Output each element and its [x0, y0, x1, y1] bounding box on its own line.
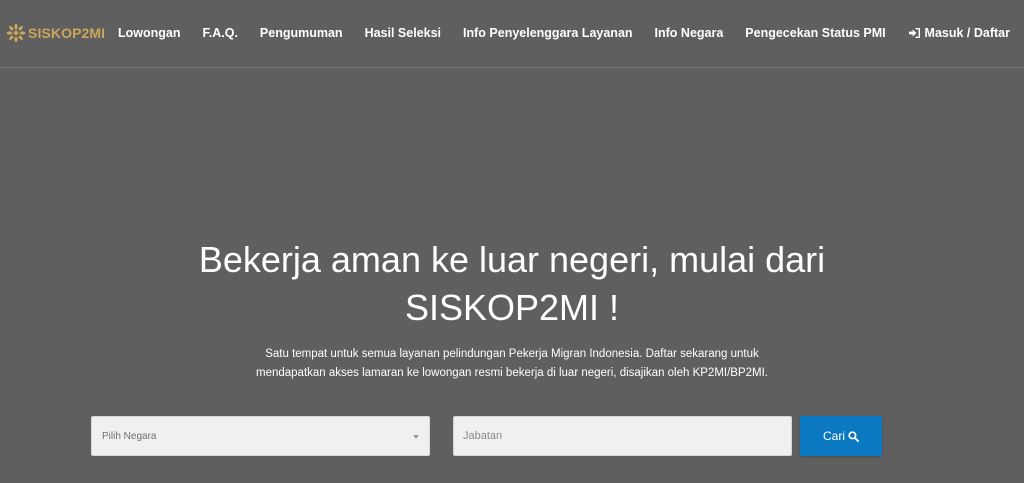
hero-description-line-2: mendapatkan akses lamaran ke lowongan re…: [255, 367, 769, 379]
nav-item-faq[interactable]: F.A.Q.: [203, 24, 238, 42]
nav-item-pengumuman[interactable]: Pengumuman: [260, 24, 343, 42]
position-input[interactable]: [453, 416, 792, 456]
search-button[interactable]: Cari: [800, 416, 882, 456]
brand-name: SISKOP2MI: [28, 25, 106, 41]
hero-description-line-1: Satu tempat untuk semua layanan pelindun…: [265, 348, 759, 360]
hero-title-line-1: Bekerja aman ke luar negeri, mulai dari: [198, 239, 826, 280]
nav-item-lowongan[interactable]: Lowongan: [118, 24, 181, 42]
nav-links: Lowongan F.A.Q. Pengumuman Hasil Seleksi…: [118, 24, 886, 42]
brand-logo[interactable]: SISKOP2MI: [6, 22, 105, 44]
country-select[interactable]: Pilih Negara: [91, 416, 430, 456]
nav-item-info-penyelenggara-layanan[interactable]: Info Penyelenggara Layanan: [463, 24, 633, 42]
job-search-form: Pilih Negara Cari: [0, 416, 1024, 456]
nav-item-hasil-seleksi[interactable]: Hasil Seleksi: [365, 24, 441, 42]
login-register-label: Masuk / Daftar: [924, 26, 1010, 40]
login-register-link[interactable]: Masuk / Daftar: [908, 24, 1010, 42]
hero-title: Bekerja aman ke luar negeri, mulai dari …: [0, 236, 1024, 332]
sign-in-icon: [908, 28, 920, 38]
hero-title-line-2: SISKOP2MI !: [404, 287, 620, 328]
search-button-label: Cari: [822, 429, 845, 443]
nav-item-pengecekan-status-pmi[interactable]: Pengecekan Status PMI: [745, 24, 885, 42]
search-icon: [848, 430, 859, 442]
country-select-value: Pilih Negara: [102, 431, 157, 442]
sunburst-logo-icon: [6, 23, 26, 43]
hero-description: Satu tempat untuk semua layanan pelindun…: [0, 345, 1024, 383]
top-navbar: SISKOP2MI Lowongan F.A.Q. Pengumuman Has…: [0, 0, 1024, 68]
nav-item-info-negara[interactable]: Info Negara: [655, 24, 724, 42]
caret-down-icon: [413, 435, 419, 439]
